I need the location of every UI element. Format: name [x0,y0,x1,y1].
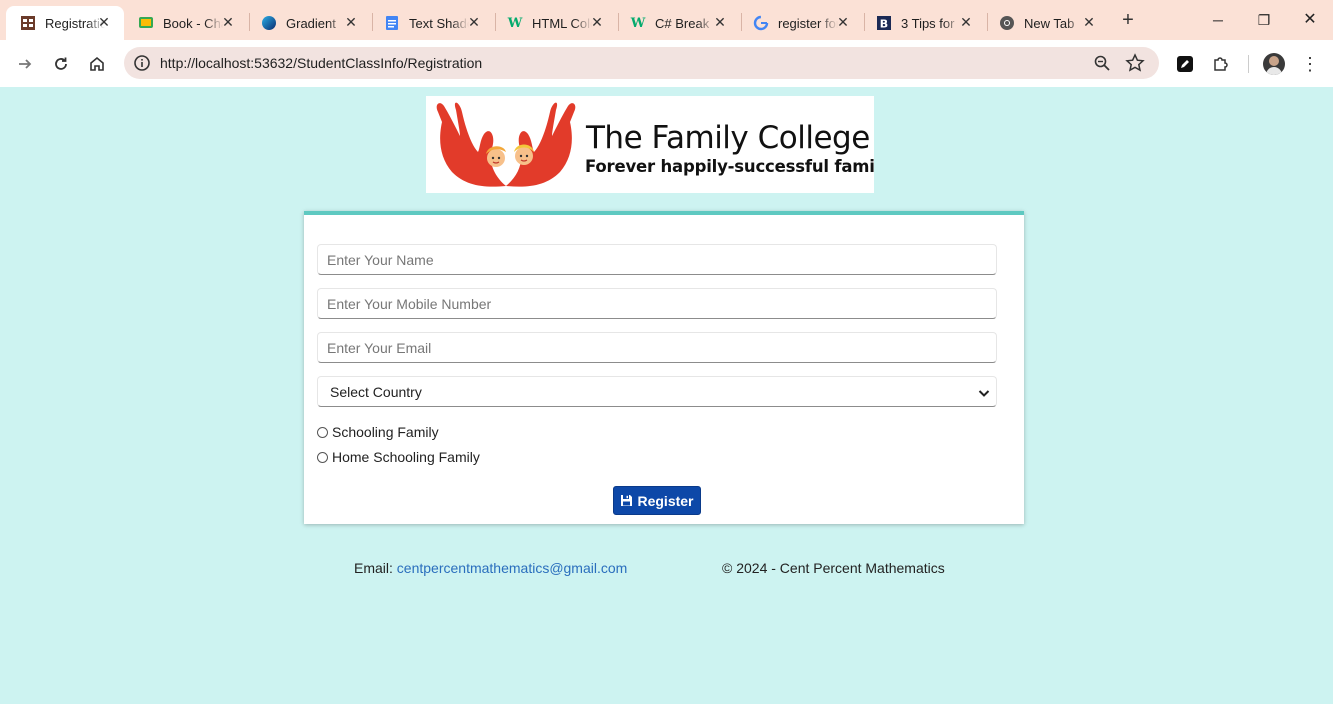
mobile-input[interactable] [317,288,997,319]
chevron-down-icon [978,390,990,397]
close-window-button[interactable]: ✕ [1297,8,1323,32]
puzzle-icon [1214,57,1228,71]
tab-title: HTML Color [532,15,592,31]
tab-csharp-break[interactable]: W C# Break ✕ [616,6,740,40]
close-tab-icon[interactable]: ✕ [1081,14,1097,30]
tab-title: Gradient [286,15,336,31]
close-tab-icon[interactable]: ✕ [712,14,728,30]
table-icon [20,15,36,31]
radio-label: Schooling Family [332,424,439,440]
docs-icon [384,15,400,31]
more-vertical-icon: ⋮ [1301,53,1319,74]
zoom-icon[interactable] [1093,54,1111,72]
b-icon: B [876,15,892,31]
info-icon[interactable] [133,54,151,72]
reload-button[interactable] [49,52,73,76]
chat-icon [138,15,154,31]
restore-button[interactable]: ❐ [1251,8,1277,32]
register-button[interactable]: Register [613,486,701,515]
close-tab-icon[interactable]: ✕ [958,14,974,30]
heart-hands-icon [436,102,576,187]
tab-title: Text Shadow [409,15,469,31]
tab-title: Book - Chat [163,15,223,31]
browser-toolbar: http://localhost:53632/StudentClassInfo/… [0,40,1333,87]
close-tab-icon[interactable]: ✕ [589,14,605,30]
name-input[interactable] [317,244,997,275]
avatar [1263,53,1285,75]
country-select[interactable]: Select Country [317,376,997,407]
w3-icon: W [507,15,523,31]
college-logo: The Family College Forever happily-succe… [426,96,874,193]
close-tab-icon[interactable]: ✕ [466,14,482,30]
tab-title: 3 Tips for [901,15,955,31]
gradient-icon [261,15,277,31]
email-label: Email: [354,560,393,576]
bookmark-star-icon[interactable] [1125,53,1145,73]
google-icon [753,15,769,31]
new-tab-button[interactable]: + [1117,10,1139,32]
tab-text-shadow[interactable]: Text Shadow ✕ [370,6,494,40]
chrome-icon [999,15,1015,31]
menu-button[interactable]: ⋮ [1298,52,1322,76]
email-input[interactable] [317,332,997,363]
url-text[interactable]: http://localhost:53632/StudentClassInfo/… [160,55,482,71]
register-label: Register [637,492,694,509]
extensions-button[interactable] [1209,52,1233,76]
registration-form-card: Select Country Schooling Family Home Sch… [304,211,1024,524]
tab-3-tips[interactable]: B 3 Tips for ✕ [862,6,986,40]
edit-extension-button[interactable] [1173,52,1197,76]
close-tab-icon[interactable]: ✕ [96,14,112,30]
close-tab-icon[interactable]: ✕ [835,14,851,30]
logo-tagline: Forever happily-successful families [585,157,874,176]
footer-email: Email: centpercentmathematics@gmail.com [354,560,627,576]
radio-button[interactable] [317,426,328,438]
email-link[interactable]: centpercentmathematics@gmail.com [397,560,628,576]
home-button[interactable] [85,52,109,76]
tab-registration[interactable]: Registration ✕ [6,6,124,40]
pen-icon [1177,56,1193,72]
logo-title: The Family College [586,120,870,156]
svg-text:B: B [880,18,888,31]
minimize-button[interactable]: ─ [1205,8,1231,32]
tab-register-form[interactable]: register form ✕ [739,6,863,40]
radio-button[interactable] [317,451,328,463]
reload-icon [55,57,67,70]
tab-title: New Tab [1024,15,1075,31]
tab-strip: Registration ✕ Book - Chat ✕ Gradient ✕ … [0,0,1333,40]
tab-title: register form [778,15,838,31]
tab-book-chat[interactable]: Book - Chat ✕ [124,6,248,40]
country-select-value: Select Country [330,384,422,400]
w3-icon: W [630,15,646,31]
address-bar[interactable]: http://localhost:53632/StudentClassInfo/… [124,47,1159,79]
back-button[interactable] [13,52,37,76]
profile-button[interactable] [1262,52,1286,76]
close-tab-icon[interactable]: ✕ [343,14,359,30]
tab-gradient[interactable]: Gradient ✕ [247,6,371,40]
radio-home-schooling-family[interactable]: Home Schooling Family [317,449,480,465]
footer-copyright: © 2024 - Cent Percent Mathematics [722,560,945,576]
arrow-right-icon [19,59,32,69]
toolbar-divider [1248,55,1249,73]
radio-label: Home Schooling Family [332,449,480,465]
home-icon [90,56,104,71]
tab-title: C# Break [655,15,710,31]
close-tab-icon[interactable]: ✕ [220,14,236,30]
save-icon [621,495,633,506]
radio-schooling-family[interactable]: Schooling Family [317,424,439,440]
tab-new-tab[interactable]: New Tab ✕ [985,6,1109,40]
tab-html-color[interactable]: W HTML Color ✕ [493,6,617,40]
